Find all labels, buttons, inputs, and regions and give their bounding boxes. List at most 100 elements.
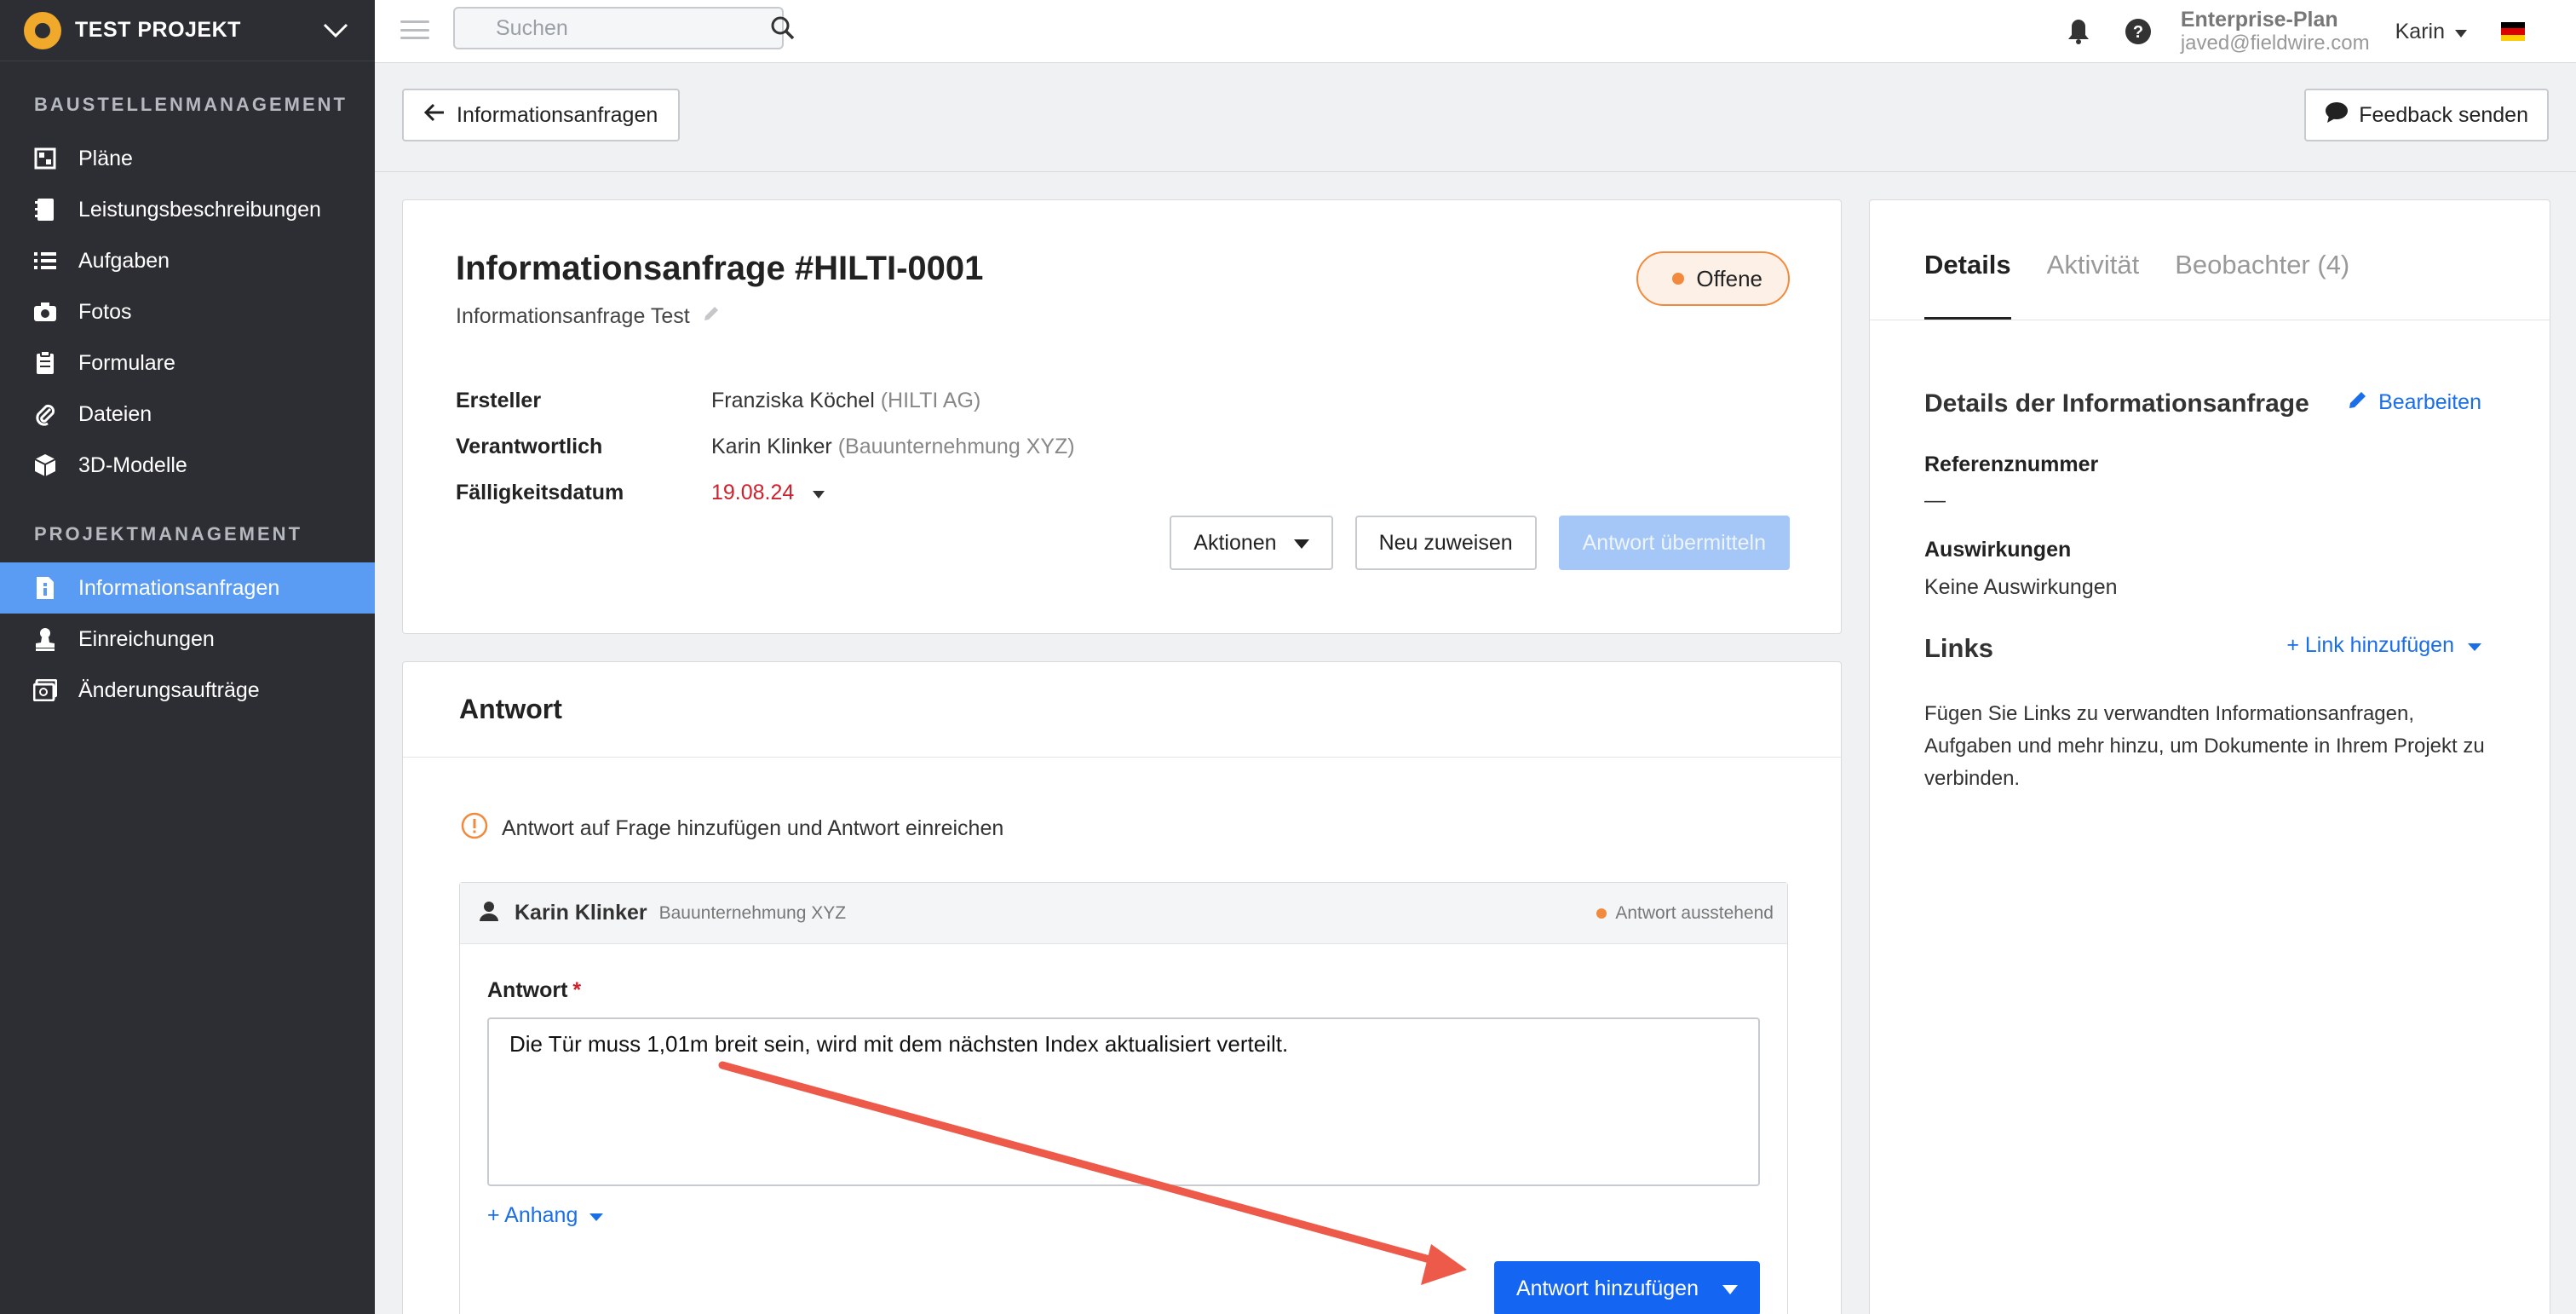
rfi-title: Informationsanfrage #HILTI-0001 [456,250,984,287]
links-title: Links [1924,633,1993,663]
info-doc-icon [32,575,58,601]
speech-bubble-icon [2325,101,2349,130]
sidebar-item-rfis[interactable]: Informationsanfragen [0,562,375,614]
sidebar-item-label: Fotos [78,299,132,324]
assignee-label: Verantwortlich [456,434,603,458]
caret-down-icon [589,1203,604,1228]
add-link-label: + Link hinzufügen [2286,633,2454,657]
rfi-subtitle-text: Informationsanfrage Test [456,304,690,328]
warning-circle-icon [461,812,488,845]
menu-icon[interactable] [400,17,429,43]
plan-info: Enterprise-Plan javed@fieldwire.com [2181,8,2370,55]
sidebar-item-label: Informationsanfragen [78,575,280,600]
tab-watchers[interactable]: Beobachter (4) [2175,250,2349,320]
german-flag-icon[interactable] [2501,22,2525,41]
add-answer-label: Antwort hinzufügen [1515,1276,1699,1300]
cube-icon [32,452,58,478]
camera-icon [32,299,58,325]
search-input[interactable] [496,15,770,41]
sidebar: TEST PROJEKT BAUSTELLENMANAGEMENT Pläne … [0,0,375,1314]
reference-label: Referenznummer [1924,452,2099,476]
assignee-value: Karin Klinker (Bauunternehmung XYZ) [711,435,1075,459]
edit-link-label: Bearbeiten [2378,390,2481,414]
specs-icon [32,197,58,222]
user-email: javed@fieldwire.com [2180,32,2370,55]
back-button-label: Informationsanfragen [457,102,658,127]
response-box: Karin Klinker Bauunternehmung XYZ Antwor… [459,882,1788,1314]
sidebar-item-label: Pläne [78,146,133,170]
sidebar-item-change-orders[interactable]: Änderungsaufträge [0,665,375,716]
add-link-button[interactable]: + Link hinzufügen [2286,633,2481,658]
rfi-card: Informationsanfrage #HILTI-0001 Informat… [402,199,1842,634]
change-order-icon [32,677,58,703]
meta-row-creator: Ersteller Franziska Köchel (HILTI AG) [456,377,1075,424]
feedback-button[interactable]: Feedback senden [2304,89,2549,141]
sidebar-item-tasks[interactable]: Aufgaben [0,235,375,286]
details-tabs: Details Aktivität Beobachter (4) [1924,250,2385,320]
responder-name: Karin Klinker [515,901,647,925]
search-box [453,7,795,49]
details-panel: Details Aktivität Beobachter (4) Details… [1869,199,2550,1314]
submit-answer-button[interactable]: Antwort übermitteln [1558,516,1790,570]
edit-link[interactable]: Bearbeiten [2348,389,2481,416]
pencil-icon[interactable] [702,304,721,329]
answer-notice: Antwort auf Frage hinzufügen und Antwort… [461,812,1003,845]
creator-value: Franziska Köchel (HILTI AG) [711,389,980,413]
caret-down-icon [2455,20,2467,44]
tab-details[interactable]: Details [1924,250,2011,320]
sidebar-item-plans[interactable]: Pläne [0,133,375,184]
add-answer-button[interactable]: Antwort hinzufügen [1493,1261,1760,1314]
answer-field-label: Antwort * [487,978,581,1003]
caret-down-icon [813,481,825,505]
answer-heading: Antwort [403,662,1841,758]
answer-notice-text: Antwort auf Frage hinzufügen und Antwort… [502,816,1004,840]
tab-activity[interactable]: Aktivität [2047,250,2140,320]
project-switcher[interactable]: TEST PROJEKT [0,0,375,61]
sidebar-item-label: Leistungsbeschreibungen [78,197,321,222]
sidebar-item-photos[interactable]: Fotos [0,286,375,337]
sidebar-item-files[interactable]: Dateien [0,389,375,440]
actions-dropdown-button[interactable]: Aktionen [1170,516,1333,570]
section-title-project-management: PROJEKTMANAGEMENT [34,523,303,545]
assignee-name: Karin Klinker [711,434,832,458]
rfi-subtitle: Informationsanfrage Test [456,304,721,329]
actions-label: Aktionen [1193,530,1277,555]
pencil-icon [2348,389,2368,416]
status-badge[interactable]: Offene [1636,251,1790,306]
feedback-button-label: Feedback senden [2359,102,2528,127]
caret-down-icon [2468,633,2481,658]
sidebar-item-label: Änderungsaufträge [78,677,260,702]
paperclip-icon [32,401,58,427]
due-label: Fälligkeitsdatum [456,480,624,504]
search-icon[interactable] [770,15,796,41]
due-date-value: 19.08.24 [711,480,795,504]
plans-icon [32,146,58,171]
sidebar-item-label: Einreichungen [78,626,215,651]
attachment-button[interactable]: + Anhang [487,1203,604,1228]
plan-name: Enterprise-Plan [2180,8,2338,32]
rfi-meta: Ersteller Franziska Köchel (HILTI AG) Ve… [456,377,1075,516]
back-button[interactable]: Informationsanfragen [402,89,681,141]
answer-textarea[interactable]: Die Tür muss 1,01m breit sein, wird mit … [487,1017,1760,1186]
response-header: Karin Klinker Bauunternehmung XYZ Antwor… [460,883,1787,944]
impact-label: Auswirkungen [1924,538,2072,562]
caret-down-icon [1293,531,1309,556]
help-icon[interactable]: ? [2121,14,2155,49]
user-menu[interactable]: Karin [2395,20,2467,44]
due-date-picker[interactable]: 19.08.24 [711,481,825,505]
reassign-button[interactable]: Neu zuweisen [1354,516,1537,570]
sidebar-item-submittals[interactable]: Einreichungen [0,614,375,665]
answer-card: Antwort Antwort auf Frage hinzufügen und… [402,661,1842,1314]
chevron-down-icon[interactable] [320,15,351,46]
bell-icon[interactable] [2061,14,2096,49]
sidebar-item-specs[interactable]: Leistungsbeschreibungen [0,184,375,235]
required-mark: * [572,978,582,1002]
sidebar-item-label: Formulare [78,350,175,375]
creator-org: (HILTI AG) [880,388,981,412]
impact-value: Keine Auswirkungen [1924,575,2118,599]
sidebar-item-3d-models[interactable]: 3D-Modelle [0,440,375,491]
creator-name: Franziska Köchel [711,388,875,412]
sidebar-item-forms[interactable]: Formulare [0,337,375,389]
creator-label: Ersteller [456,388,542,412]
top-right: ? Enterprise-Plan javed@fieldwire.com Ka… [2061,0,2576,63]
